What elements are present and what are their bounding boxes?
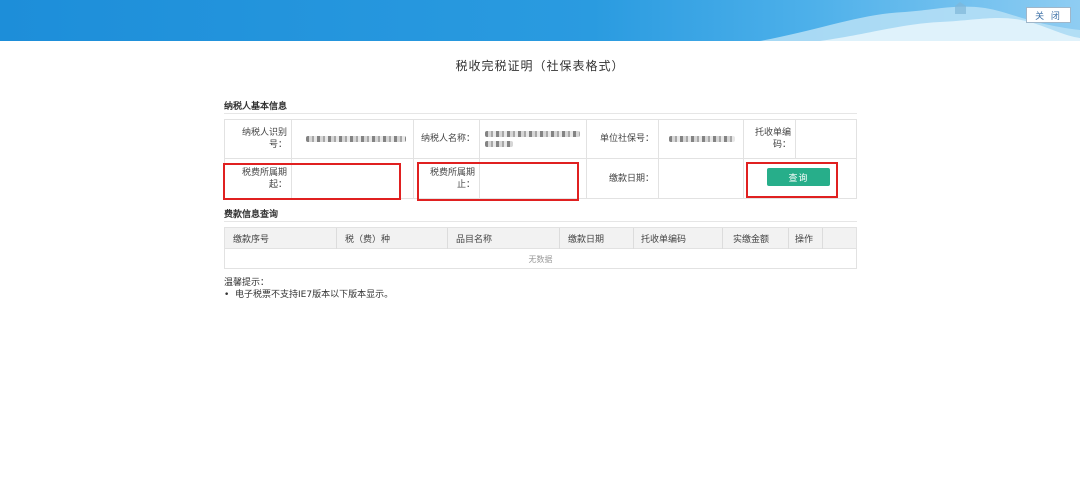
taxpayer-id-label: 纳税人识别号： — [241, 128, 287, 150]
section-divider — [224, 221, 857, 222]
tips-list-item: • 电子税票不支持IE7版本以下版本显示。 — [224, 287, 393, 300]
taxpayer-name-label: 纳税人名称： — [420, 134, 475, 144]
page-title: 税收完税证明（社保表格式） — [455, 59, 625, 73]
column-separator — [822, 228, 823, 249]
collection-no-value — [796, 120, 856, 158]
column-header: 缴款日期 — [568, 235, 605, 245]
top-banner: 关 闭 — [0, 0, 1080, 41]
highlight-period-end — [417, 162, 579, 201]
column-header: 缴款序号 — [233, 235, 270, 245]
empty-state: 无数据 — [528, 255, 553, 264]
social-security-no-value — [659, 120, 743, 158]
column-header: 实缴金额 — [733, 235, 770, 245]
payment-date-input[interactable] — [659, 159, 743, 198]
column-separator — [447, 228, 448, 249]
fee-results-table: 缴款序号 税（费）种 品目名称 缴款日期 托收单编码 实缴金额 操作 无数据 — [224, 227, 857, 269]
column-separator — [633, 228, 634, 249]
redacted-text — [485, 131, 580, 137]
social-security-no-label: 单位社保号： — [599, 134, 654, 144]
close-button[interactable]: 关 闭 — [1026, 7, 1071, 23]
query-button[interactable]: 查询 — [767, 168, 830, 186]
column-header: 托收单编码 — [641, 235, 687, 245]
tip-text: 电子税票不支持IE7版本以下版本显示。 — [235, 290, 394, 300]
section-divider — [224, 113, 857, 114]
column-separator — [788, 228, 789, 249]
bullet-icon: • — [224, 290, 236, 300]
redacted-text — [485, 141, 513, 147]
taxpayer-name-value — [480, 120, 586, 158]
column-header: 操作 — [795, 235, 814, 245]
taxpayer-id-value — [292, 120, 413, 158]
highlight-period-start — [223, 163, 401, 200]
collection-no-label: 托收单编码： — [754, 128, 791, 150]
great-wall-decoration — [760, 2, 1080, 41]
column-separator — [336, 228, 337, 249]
fee-section-title: 费款信息查询 — [224, 210, 279, 220]
column-separator — [559, 228, 560, 249]
redacted-text — [669, 136, 735, 142]
taxpayer-section-title: 纳税人基本信息 — [224, 102, 288, 112]
column-header: 品目名称 — [456, 235, 493, 245]
column-separator — [722, 228, 723, 249]
table-header: 缴款序号 税（费）种 品目名称 缴款日期 托收单编码 实缴金额 操作 — [225, 228, 856, 249]
payment-date-label: 缴款日期： — [608, 173, 654, 184]
column-header: 税（费）种 — [345, 235, 391, 245]
redacted-text — [306, 136, 406, 142]
